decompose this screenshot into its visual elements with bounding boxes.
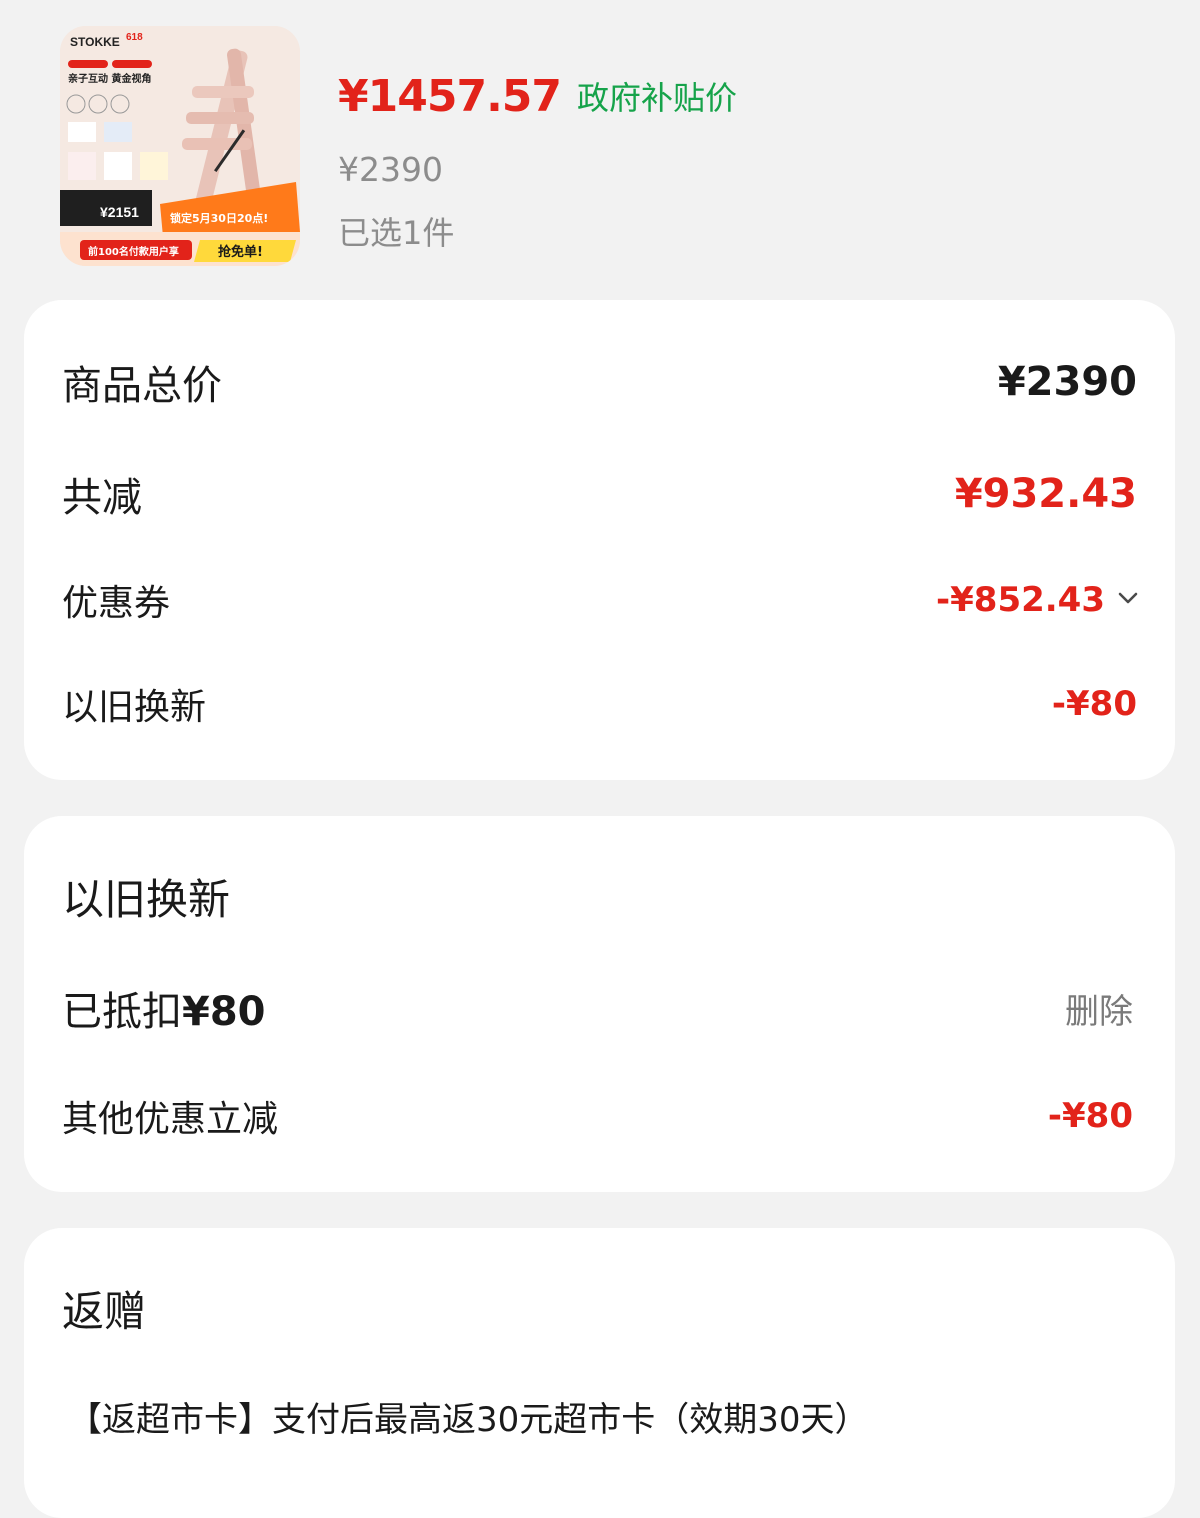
subsidy-tag: 政府补贴价 [577,79,738,117]
coupon-label: 优惠券 [62,583,171,624]
rebate-text-row: 【返超市卡】支付后最高返30元超市卡（效期30天） [68,1386,1137,1446]
price-line: ¥1457.57 政府补贴价 [338,66,737,126]
product-image-art: STOKKE 618 亲子互动 黄金视角 ¥2151 锁定5月30日20点! 前… [60,26,300,266]
tradein-summary-row: 以旧换新 -¥80 [62,674,1137,734]
coupon-row[interactable]: 优惠券 -¥852.43 [62,570,1141,630]
rebate-title: 返赠 [62,1286,147,1336]
tradein-summary-value: -¥80 [1051,684,1137,724]
rebate-text: 【返超市卡】支付后最高返30元超市卡（效期30天） [68,1399,869,1440]
rebate-card: 返赠 【返超市卡】支付后最高返30元超市卡（效期30天） [24,1228,1175,1518]
image-promo-banner: 锁定5月30日20点! [170,211,268,225]
rebate-title-row: 返赠 [62,1276,1137,1340]
tradein-deducted: 已抵扣¥80 [62,979,266,1037]
product-image[interactable]: STOKKE 618 亲子互动 黄金视角 ¥2151 锁定5月30日20点! 前… [60,26,300,266]
other-discount-row: 其他优惠立减 -¥80 [62,1086,1133,1146]
tradein-deducted-row: 已抵扣¥80 删除 [62,976,1133,1040]
tradein-card: 以旧换新 已抵扣¥80 删除 其他优惠立减 -¥80 [24,816,1175,1192]
original-price: ¥2390 [338,150,443,189]
price-summary-card: 商品总价 ¥2390 共减 ¥932.43 优惠券 -¥852.43 以旧换新 … [24,300,1175,780]
brand-badge: 618 [126,32,143,43]
delete-tradein-button[interactable]: 删除 [1065,984,1133,1033]
coupon-value-wrap[interactable]: -¥852.43 [936,580,1141,620]
image-promo-sub: 前100名付款用户享 [88,245,179,258]
tradein-summary-label: 以旧换新 [62,687,207,728]
total-price-value: ¥2390 [997,359,1137,405]
tradein-title-row: 以旧换新 [62,864,1137,928]
sale-price: ¥1457.57 [338,70,562,122]
tradein-deducted-prefix: 已抵扣 [62,989,182,1035]
brand-text: STOKKE [70,35,120,49]
other-discount-value: -¥80 [1047,1096,1133,1136]
image-free-order: 抢免单! [218,244,263,260]
tradein-title: 以旧换新 [62,874,231,924]
total-reduced-row: 共减 ¥932.43 [62,462,1137,526]
total-price-label: 商品总价 [62,363,222,409]
coupon-value: -¥852.43 [936,580,1105,620]
tradein-deducted-amount: ¥80 [182,989,266,1035]
chevron-down-icon[interactable] [1115,585,1141,615]
total-reduced-value: ¥932.43 [954,471,1137,517]
total-price-row: 商品总价 ¥2390 [62,350,1137,414]
selected-quantity: 已选1件 [338,214,455,252]
total-reduced-label: 共减 [62,475,142,521]
image-price: ¥2151 [100,204,139,220]
product-summary: STOKKE 618 亲子互动 黄金视角 ¥2151 锁定5月30日20点! 前… [60,26,1160,266]
image-headline: 亲子互动 黄金视角 [68,72,151,85]
other-discount-label: 其他优惠立减 [62,1099,279,1140]
